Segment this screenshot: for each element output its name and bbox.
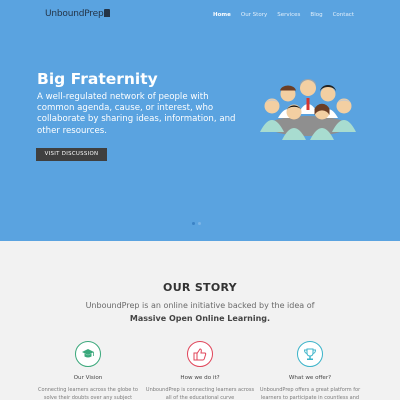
graduation-cap-icon (75, 341, 101, 367)
main-menu: Home Our Story Services Blog Contact (213, 12, 354, 18)
feature-desc-what-we-offer: UnboundPrep offers a great platform for … (259, 387, 361, 400)
page: UnboundPrep Home Our Story Services Blog… (0, 0, 400, 400)
hero-title: Big Fraternity (37, 70, 158, 88)
thumbs-up-icon (187, 341, 213, 367)
logo-text: UnboundPrep (45, 9, 104, 19)
feature-title-how-we-do-it: How we do it? (180, 375, 220, 381)
nav-link-contact[interactable]: Contact (333, 12, 354, 18)
our-story-text-highlight: Massive Open Online Learning. (129, 313, 271, 323)
our-story-text-line1: UnboundPrep is an online initiative back… (85, 301, 315, 310)
our-story-text: UnboundPrep is an online initiative back… (60, 300, 340, 325)
feature-title-what-we-offer: What we offer? (288, 375, 332, 381)
nav-link-our-story[interactable]: Our Story (241, 12, 267, 18)
nav-link-services[interactable]: Services (277, 12, 300, 18)
feature-desc-our-vision: Connecting learners across the globe to … (38, 387, 138, 400)
our-story-title: OUR STORY (163, 281, 237, 294)
feature-desc-how-we-do-it: UnboundPrep is connecting learners acros… (145, 387, 255, 400)
top-navigation: UnboundPrep Home Our Story Services Blog… (0, 0, 400, 32)
slider-dot-1[interactable] (192, 222, 195, 225)
slider-dot-2[interactable] (198, 222, 201, 225)
feature-what-we-offer: What we offer? UnboundPrep offers a grea… (255, 341, 365, 400)
feature-how-we-do-it: How we do it? UnboundPrep is connecting … (145, 341, 255, 400)
nav-link-blog[interactable]: Blog (310, 12, 322, 18)
feature-our-vision: Our Vision Connecting learners across th… (33, 341, 143, 400)
nav-link-home[interactable]: Home (213, 12, 231, 18)
hero-description: A well-regulated network of people with … (37, 92, 236, 136)
logo-mark-icon (104, 9, 111, 17)
trophy-icon (297, 341, 323, 367)
slider-dots (192, 222, 201, 225)
visit-discussion-button[interactable]: VISIT DISCUSSION (36, 148, 107, 161)
site-logo[interactable]: UnboundPrep (45, 9, 111, 19)
feature-title-our-vision: Our Vision (73, 375, 103, 381)
team-meeting-illustration-icon (260, 79, 356, 140)
